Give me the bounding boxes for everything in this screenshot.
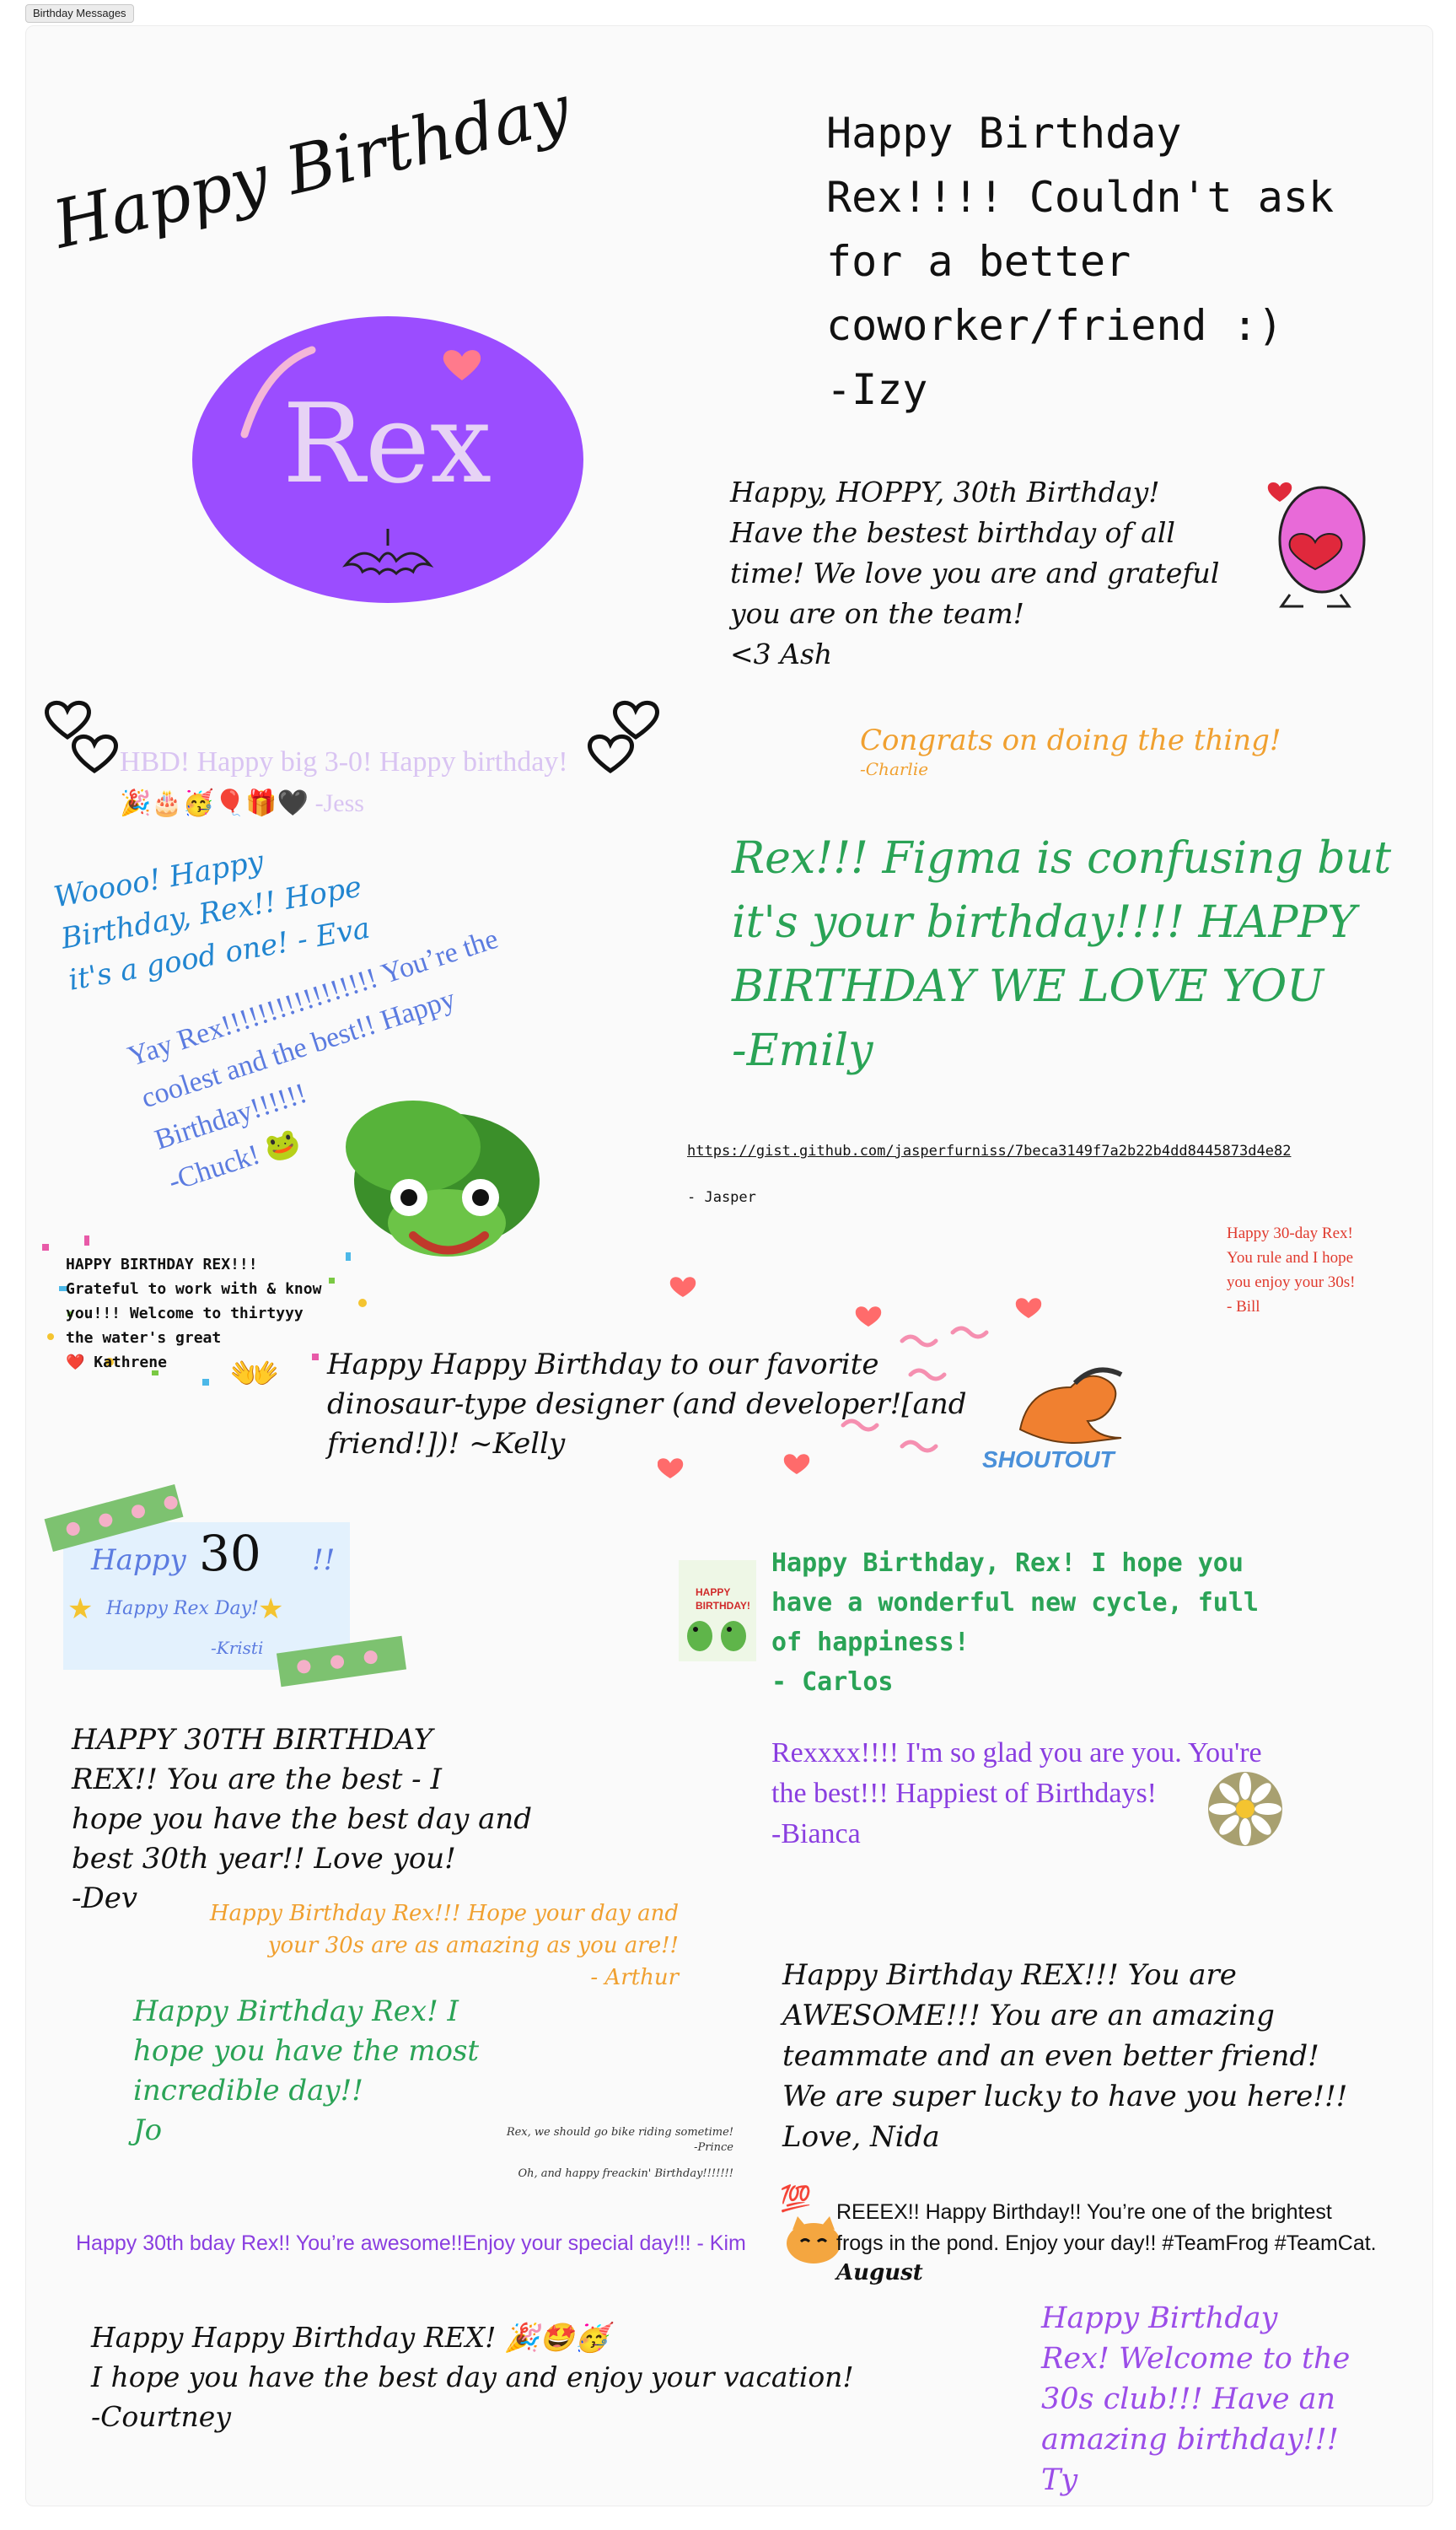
heart-icon [1267, 482, 1292, 502]
kristi-happy: Happy [91, 1543, 186, 1577]
kristi-signature: -Kristi [211, 1638, 264, 1658]
kristi-rex-day: Happy Rex Day! [106, 1598, 259, 1619]
daisy-sticker [1208, 1772, 1282, 1846]
star-icon: ★ [67, 1592, 94, 1626]
note-kathrene: HAPPY BIRTHDAY REX!!! Grateful to work w… [66, 1256, 322, 1371]
note-prince-ps: Oh, and happy freackin' Birthday!!!!!!! [518, 2167, 734, 2180]
hundred-icon: 💯 [780, 2184, 812, 2214]
heart-icon [855, 1306, 882, 1327]
pink-hug-sticker [1267, 482, 1366, 608]
note-nida: Happy Birthday REX!!! You are AWESOME!!!… [782, 1958, 1348, 2154]
dino-sticker [1018, 1367, 1123, 1444]
frog-sticker [687, 1621, 746, 1651]
note-jess: HBD! Happy big 3-0! Happy birthday! [120, 746, 568, 778]
heart-icon [669, 1277, 696, 1297]
note-august-signature: August [836, 2260, 923, 2285]
outline-heart-icon [45, 701, 118, 773]
note-bill: Happy 30-day Rex! You rule and I hope yo… [1227, 1225, 1356, 1316]
note-carlos: Happy Birthday, Rex! I hope you have a w… [771, 1548, 1259, 1697]
note-ty: Happy Birthday Rex! Welcome to the 30s c… [1041, 2301, 1351, 2497]
birthday-card-text: HAPPY BIRTHDAY! [696, 1586, 750, 1612]
kristi-thirty: 30 [199, 1525, 261, 1582]
star-icon: ★ [258, 1592, 284, 1626]
jasper-gist-link[interactable]: https://gist.github.com/jasperfurniss/7b… [687, 1143, 1291, 1160]
note-jess-signature: 🎉🎂🥳🎈🎁🖤 -Jess [120, 789, 364, 817]
kristi-bang: !! [312, 1543, 336, 1577]
clap-icon: 👐 [229, 1350, 280, 1397]
note-august: REEEX!! Happy Birthday!! You’re one of t… [836, 2200, 1377, 2255]
note-bianca: Rexxxx!!!! I'm so glad you are you. You'… [771, 1737, 1262, 1849]
note-kim: Happy 30th bday Rex!! You’re awesome!!En… [76, 2231, 746, 2255]
note-izy: Happy Birthday Rex!!!! Couldn't ask for … [826, 109, 1335, 414]
birthday-card-sticker: HAPPY BIRTHDAY! [679, 1560, 756, 1661]
washi-tape-bottom [276, 1635, 407, 1688]
note-charlie: Congrats on doing the thing! [860, 724, 1281, 757]
note-prince: Rex, we should go bike riding sometime! … [506, 2126, 733, 2154]
note-courtney: Happy Happy Birthday REX! 🎉🤩🥳 I hope you… [91, 2321, 854, 2433]
note-charlie-signature: -Charlie [860, 759, 929, 779]
note-ash: Happy, HOPPY, 30th Birthday! Have the be… [730, 476, 1220, 670]
outline-heart-icon [588, 701, 659, 773]
heart-icon [1015, 1298, 1042, 1318]
note-dev: HAPPY 30TH BIRTHDAY REX!! You are the be… [72, 1723, 533, 1915]
note-jo: Happy Birthday Rex! I hope you have the … [133, 1994, 480, 2147]
shoutout-label: SHOUTOUT [982, 1446, 1115, 1472]
heart-icon [783, 1454, 810, 1474]
note-jasper-signature: - Jasper [687, 1189, 756, 1206]
document-tab[interactable]: Birthday Messages [25, 4, 134, 23]
note-emily: Rex!!! Figma is confusing but it's your … [732, 833, 1392, 1076]
rex-name: Rex [282, 380, 492, 508]
note-arthur: Happy Birthday Rex!!! Hope your day and … [209, 1901, 679, 1990]
heart-icon [658, 1458, 684, 1478]
